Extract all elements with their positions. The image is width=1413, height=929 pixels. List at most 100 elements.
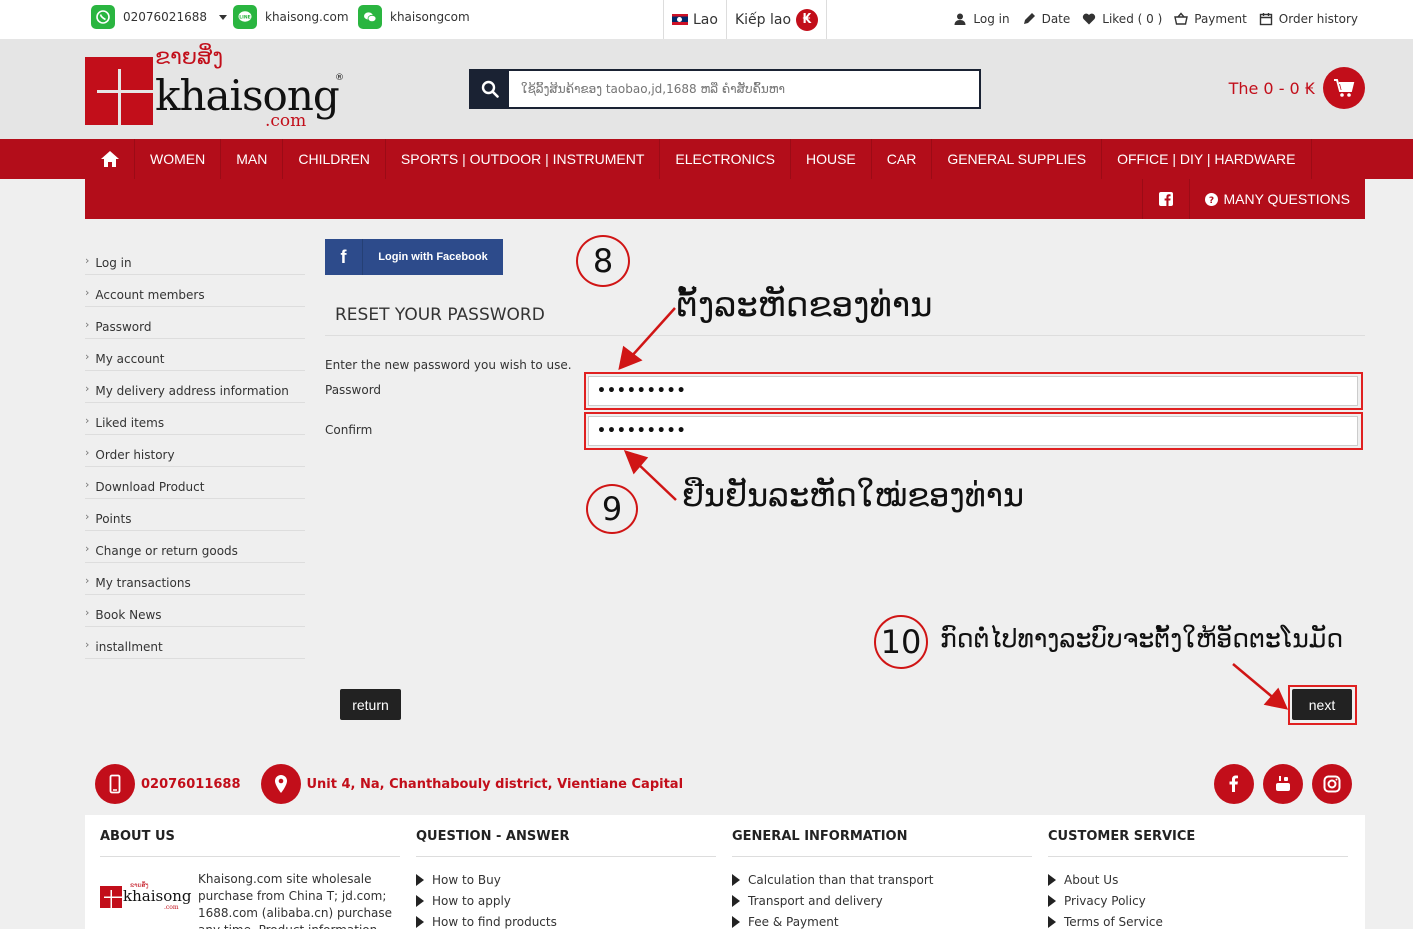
nav-item-sports[interactable]: SPORTS | OUTDOOR | INSTRUMENT: [386, 139, 661, 179]
caret-right-icon: [732, 873, 740, 886]
nav-item-children[interactable]: CHILDREN: [283, 139, 386, 179]
caret-right-icon: [1048, 873, 1056, 886]
payment-link[interactable]: Payment: [1174, 12, 1247, 26]
whatsapp-icon: [91, 5, 115, 29]
chevron-right-icon: ›: [85, 542, 90, 555]
home-icon: [100, 151, 119, 167]
sidebar-item[interactable]: › Change or return goods: [85, 531, 305, 563]
nav-item-office[interactable]: OFFICE | DIY | HARDWARE: [1102, 139, 1312, 179]
cart-summary[interactable]: The 0 - 0 ₭: [1229, 67, 1365, 109]
language-currency-selector: Lao Kiếp lao ₭: [663, 0, 828, 39]
sidebar-item[interactable]: › Liked items: [85, 403, 305, 435]
sidebar-item[interactable]: › My account: [85, 339, 305, 371]
chevron-right-icon: ›: [85, 318, 90, 331]
search-input[interactable]: [509, 71, 979, 107]
sidebar-item[interactable]: › My transactions: [85, 563, 305, 595]
cart-total: The 0 - 0 ₭: [1228, 78, 1315, 98]
chevron-right-icon: ›: [85, 382, 90, 395]
footer-link[interactable]: Fee & Payment: [732, 911, 1032, 929]
nav-item-house[interactable]: HOUSE: [791, 139, 872, 179]
footer-link-label: How to Buy: [432, 872, 501, 887]
nav-item-general-supplies[interactable]: GENERAL SUPPLIES: [932, 139, 1103, 179]
nav-home[interactable]: [85, 139, 135, 179]
sidebar-item[interactable]: › Order history: [85, 435, 305, 467]
login-link[interactable]: Log in: [953, 12, 1010, 26]
sidebar-item[interactable]: › Password: [85, 307, 305, 339]
facebook-icon: f: [325, 239, 363, 275]
nav-item-man[interactable]: MAN: [221, 139, 284, 179]
chevron-right-icon: ›: [85, 510, 90, 523]
top-bar: 02076021688 LINE khaisong.com khaisongco…: [0, 0, 1413, 39]
sidebar-item-label: Book News: [95, 608, 162, 622]
caret-right-icon: [732, 915, 740, 928]
footer-link[interactable]: Calculation than that transport: [732, 869, 1032, 890]
date-link[interactable]: Date: [1022, 12, 1070, 26]
khaisong-logo[interactable]: ຂາຍສິ່ງ khaisong ® .com: [85, 45, 345, 135]
footer-link[interactable]: How to apply: [416, 890, 716, 911]
chevron-right-icon: ›: [85, 606, 90, 619]
footer-link-label: Calculation than that transport: [748, 872, 934, 887]
nav-item-car[interactable]: CAR: [872, 139, 933, 179]
footer-link[interactable]: About Us: [1048, 869, 1348, 890]
sidebar-item-label: Account members: [95, 288, 205, 302]
chevron-right-icon: ›: [85, 414, 90, 427]
chevron-right-icon: ›: [85, 446, 90, 459]
many-questions-link[interactable]: ? MANY QUESTIONS: [1189, 179, 1365, 219]
logo-com-text: .com: [265, 111, 307, 131]
chevron-down-icon[interactable]: [218, 14, 227, 20]
footer-about-title: ABOUT US: [100, 815, 400, 857]
facebook-page-link[interactable]: [1142, 179, 1189, 219]
mobile-phone-icon: [95, 764, 135, 804]
instagram-social-icon[interactable]: [1312, 764, 1352, 804]
footer-link[interactable]: Privacy Policy: [1048, 890, 1348, 911]
language-selector[interactable]: Lao: [664, 0, 726, 39]
footer-service-title: CUSTOMER SERVICE: [1048, 815, 1348, 857]
nav-item-electronics[interactable]: ELECTRONICS: [660, 139, 791, 179]
phone-contact[interactable]: 02076021688: [91, 0, 227, 34]
facebook-social-icon[interactable]: [1214, 764, 1254, 804]
arrow-to-password: [629, 307, 676, 359]
wechat-id: khaisongcom: [390, 10, 470, 24]
sidebar-item-label: My delivery address information: [95, 384, 289, 398]
footer-link[interactable]: Terms of Service: [1048, 911, 1348, 929]
footer-link[interactable]: Transport and delivery: [732, 890, 1032, 911]
sidebar-item[interactable]: › Download Product: [85, 467, 305, 499]
wechat-contact[interactable]: khaisongcom: [358, 0, 470, 34]
sidebar-item-label: My transactions: [95, 576, 191, 590]
line-icon: LINE: [233, 5, 257, 29]
facebook-login-button[interactable]: f Login with Facebook: [325, 239, 503, 275]
page-title: RESET YOUR PASSWORD: [335, 305, 545, 325]
sidebar-item-label: My account: [95, 352, 165, 366]
site-header: ຂາຍສິ່ງ khaisong ® .com The 0 - 0 ₭: [0, 39, 1413, 139]
line-contact[interactable]: LINE khaisong.com: [233, 0, 349, 34]
footer-link[interactable]: How to find products: [416, 911, 716, 929]
user-icon: [954, 13, 966, 25]
currency-selector[interactable]: Kiếp lao ₭: [725, 0, 826, 39]
footer-phone[interactable]: 02076011688: [141, 777, 241, 792]
search-button[interactable]: [471, 71, 509, 107]
next-highlight: [1288, 685, 1357, 725]
footer-link-label: Transport and delivery: [748, 893, 883, 908]
user-links: Log in Date Liked ( 0 ) Payment Order hi…: [953, 0, 1358, 37]
footer-link[interactable]: How to Buy: [416, 869, 716, 890]
youtube-social-icon[interactable]: [1263, 764, 1303, 804]
sidebar-item[interactable]: › Book News: [85, 595, 305, 627]
svg-text:?: ?: [1209, 196, 1214, 206]
sidebar-item-label: Log in: [95, 256, 132, 270]
order-history-link[interactable]: Order history: [1259, 12, 1358, 26]
sidebar-item[interactable]: › Account members: [85, 275, 305, 307]
line-id: khaisong.com: [265, 10, 349, 24]
contact-bar: 02076011688 Unit 4, Na, Chanthabouly dis…: [95, 764, 697, 804]
password-label: Password: [325, 383, 382, 397]
nav-item-women[interactable]: WOMEN: [135, 139, 222, 179]
return-button[interactable]: return: [340, 689, 401, 720]
sidebar-item[interactable]: › Log in: [85, 243, 305, 275]
chevron-right-icon: ›: [85, 638, 90, 651]
sidebar-item[interactable]: › Points: [85, 499, 305, 531]
step-8-caption: ຕັ້ງລະຫັດຂອງທ່ານ: [676, 285, 933, 325]
sidebar-item-label: Change or return goods: [95, 544, 238, 558]
sidebar-item[interactable]: › My delivery address information: [85, 371, 305, 403]
sidebar-item[interactable]: › installment: [85, 627, 305, 659]
footer-link-label: About Us: [1064, 872, 1119, 887]
liked-link[interactable]: Liked ( 0 ): [1082, 12, 1162, 26]
